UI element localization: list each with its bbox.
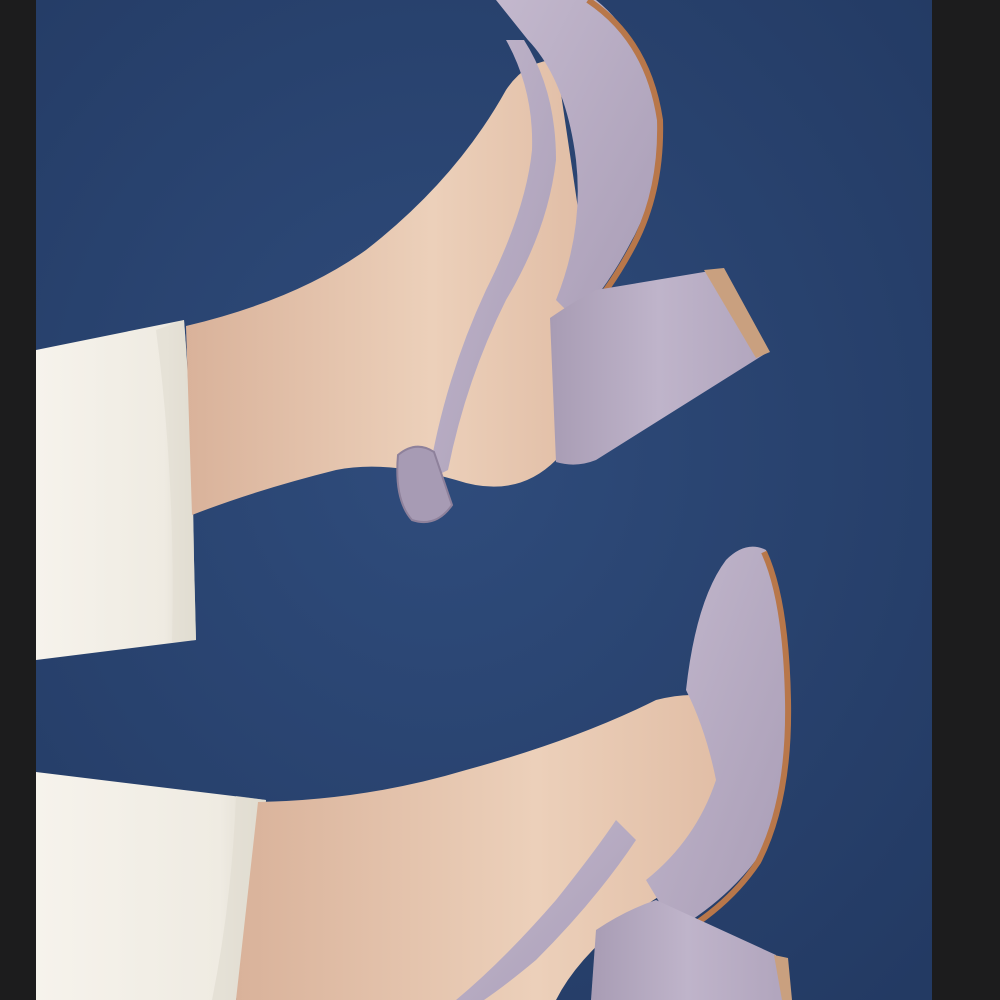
photo-scene (36, 0, 932, 1000)
image-frame (0, 0, 1000, 1000)
left-letterbox-bar (0, 0, 36, 1000)
product-photo (36, 0, 932, 1000)
right-letterbox-bar (932, 0, 1000, 1000)
